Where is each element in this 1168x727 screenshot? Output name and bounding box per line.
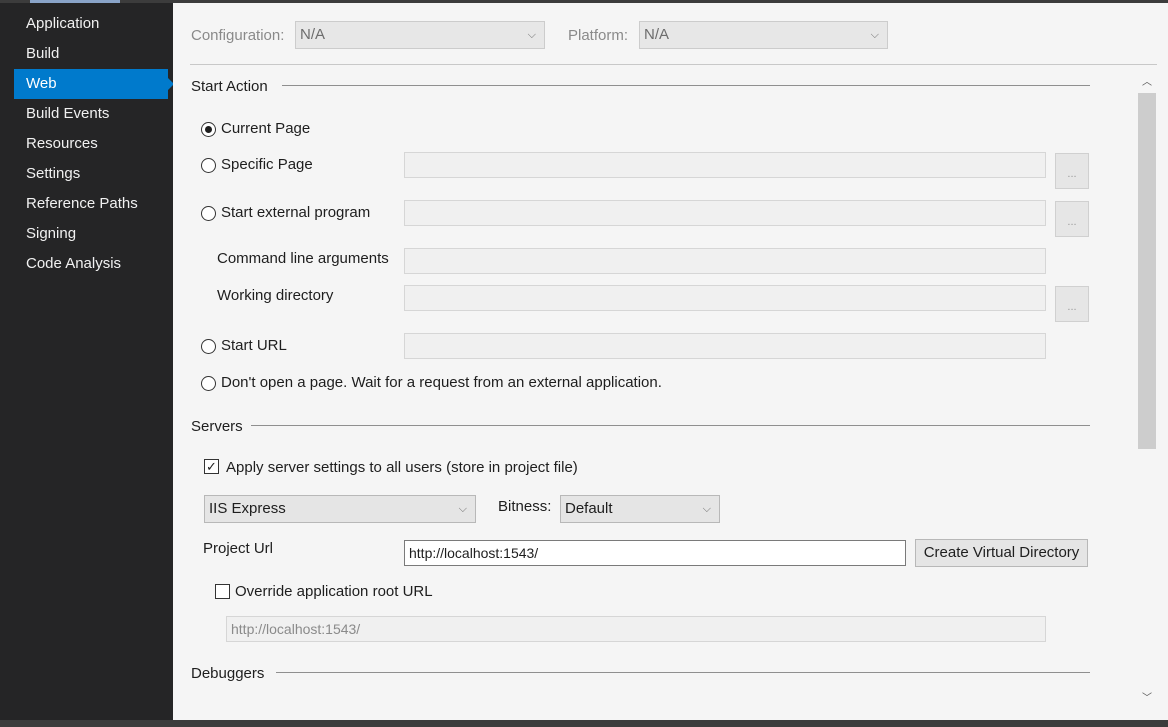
sidebar-item-signing[interactable]: Signing [14,219,168,249]
sidebar-item-settings[interactable]: Settings [14,159,168,189]
apply-settings-checkbox[interactable]: ✓ [204,459,219,474]
header-divider [190,64,1157,65]
scroll-down-icon[interactable]: ﹀ [1138,689,1156,705]
override-root-url-input[interactable]: http://localhost:1543/ [226,616,1046,642]
main-panel: Configuration: N/A ⌵ Platform: N/A ⌵ Sta… [173,3,1168,720]
working-directory-input[interactable] [404,285,1046,311]
configuration-value: N/A [300,26,326,43]
bottom-strip [0,720,1168,727]
dont-open-page-radio[interactable] [201,376,216,391]
chevron-down-icon: ⌵ [458,503,467,515]
start-external-program-radio[interactable] [201,206,216,221]
debuggers-title: Debuggers [191,665,265,682]
start-url-label: Start URL [221,337,287,354]
bitness-value: Default [565,500,613,517]
create-virtual-directory-button[interactable]: Create Virtual Directory [915,539,1088,567]
project-url-input[interactable]: http://localhost:1543/ [404,540,906,566]
scrollbar-thumb[interactable] [1138,93,1156,449]
working-directory-label: Working directory [217,287,334,304]
servers-divider [251,425,1090,426]
start-url-input[interactable] [404,333,1046,359]
sidebar-item-reference-paths[interactable]: Reference Paths [14,189,168,219]
start-external-program-label: Start external program [221,204,371,221]
scroll-up-icon[interactable]: ︿ [1138,73,1156,89]
start-url-radio[interactable] [201,339,216,354]
override-root-url-label: Override application root URL [235,583,433,600]
start-action-divider [282,85,1090,86]
server-dropdown[interactable]: IIS Express ⌵ [204,495,476,523]
override-root-url-checkbox[interactable] [215,584,230,599]
chevron-down-icon: ⌵ [527,29,536,41]
working-directory-browse-button[interactable]: ... [1055,286,1089,322]
bitness-dropdown[interactable]: Default ⌵ [560,495,720,523]
specific-page-input[interactable] [404,152,1046,178]
start-action-title: Start Action [191,78,268,95]
vertical-scrollbar[interactable]: ︿ ﹀ [1136,71,1156,711]
sidebar: Application Build Web Build Events Resou… [0,3,174,720]
dont-open-page-label: Don't open a page. Wait for a request fr… [221,374,662,391]
configuration-dropdown[interactable]: N/A ⌵ [295,21,545,49]
sidebar-item-build[interactable]: Build [14,39,168,69]
configuration-label: Configuration: [191,27,285,44]
sidebar-item-application[interactable]: Application [14,9,168,39]
server-value: IIS Express [209,500,286,517]
specific-page-browse-button[interactable]: ... [1055,153,1089,189]
specific-page-radio[interactable] [201,158,216,173]
bitness-label: Bitness: [498,498,552,515]
platform-label: Platform: [568,27,629,44]
sidebar-item-web[interactable]: Web [14,69,174,99]
specific-page-label: Specific Page [221,156,313,173]
current-page-radio[interactable] [201,122,216,137]
external-program-input[interactable] [404,200,1046,226]
platform-value: N/A [644,26,670,43]
debuggers-divider [276,672,1090,673]
current-page-label: Current Page [221,120,311,137]
external-program-browse-button[interactable]: ... [1055,201,1089,237]
apply-settings-label: Apply server settings to all users (stor… [226,459,578,476]
command-line-arguments-input[interactable] [404,248,1046,274]
chevron-down-icon: ⌵ [870,29,879,41]
command-line-arguments-label: Command line arguments [217,250,389,267]
sidebar-item-build-events[interactable]: Build Events [14,99,168,129]
servers-title: Servers [191,418,243,435]
platform-dropdown[interactable]: N/A ⌵ [639,21,888,49]
chevron-down-icon: ⌵ [702,503,711,515]
sidebar-item-code-analysis[interactable]: Code Analysis [14,249,168,279]
sidebar-item-resources[interactable]: Resources [14,129,168,159]
project-url-label: Project Url [203,540,274,557]
